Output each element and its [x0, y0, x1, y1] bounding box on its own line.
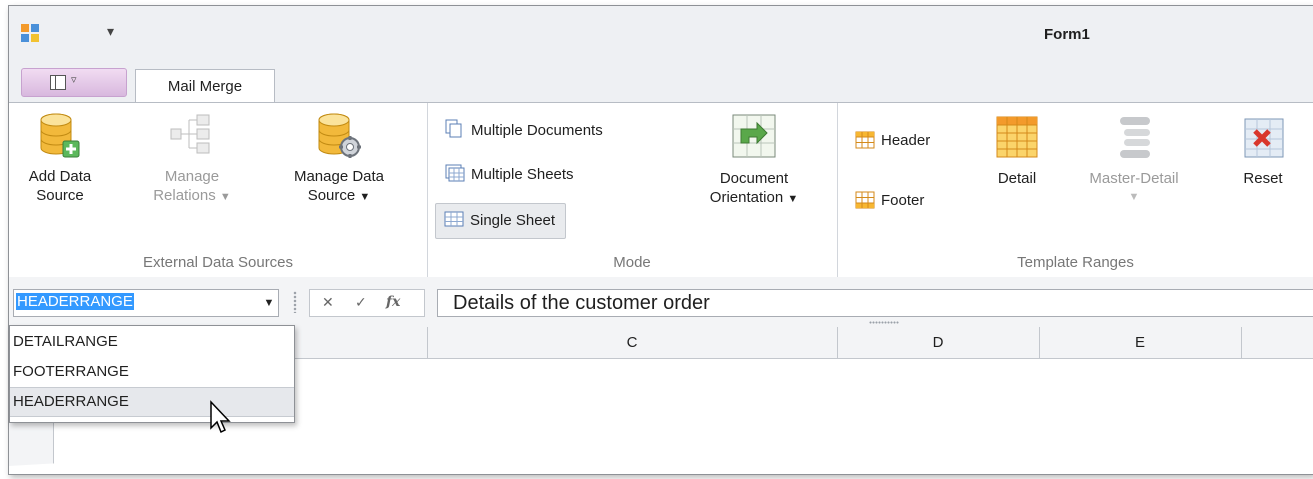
name-box-value[interactable]: HEADERRANGE	[16, 293, 134, 310]
mouse-cursor-icon	[210, 400, 231, 434]
group-mode: Multiple Documents Multiple Sheets Singl…	[427, 103, 838, 277]
relations-icon	[170, 114, 210, 154]
master-detail-button[interactable]: Master-Detail ▼	[1072, 115, 1196, 207]
formula-bar: HEADERRANGE ▼ ✕ ✓ fx Details of the cust…	[9, 277, 1313, 327]
group-external-data-sources: Add Data Source Manage Relations ▼ Manag…	[9, 103, 428, 277]
chevron-down-icon: ▼	[787, 193, 799, 205]
document-orientation-icon	[732, 114, 776, 158]
reset-icon	[1244, 118, 1284, 158]
document-orientation-button[interactable]: Document Orientation ▼	[689, 111, 819, 209]
column-header-e[interactable]: E	[1039, 327, 1242, 358]
group-template-ranges: Header Footer Detail Master-Detail ▼ Res…	[837, 103, 1313, 277]
manage-relations-label-2: Relations	[153, 187, 216, 204]
application-menu-button[interactable]: ▿	[21, 68, 127, 97]
database-settings-icon	[318, 113, 361, 158]
manage-data-source-label-2: Source	[307, 187, 356, 204]
manage-relations-button[interactable]: Manage Relations ▼	[147, 111, 237, 207]
window-title: Form1	[1044, 26, 1090, 43]
dropdown-item-headerrange[interactable]: HEADERRANGE	[10, 387, 294, 417]
add-data-source-button[interactable]: Add Data Source	[23, 111, 97, 205]
insert-function-icon[interactable]: fx	[386, 294, 400, 310]
manage-data-source-label-1: Manage Data	[293, 168, 385, 185]
header-range-icon	[855, 131, 875, 149]
cancel-icon[interactable]: ✕	[322, 294, 334, 311]
resize-grip[interactable]	[869, 321, 899, 324]
group-label: Mode	[613, 254, 651, 271]
name-box[interactable]: HEADERRANGE ▼	[13, 289, 279, 317]
single-sheet-label: Single Sheet	[470, 212, 556, 229]
single-sheet-icon	[444, 211, 464, 227]
detail-label: Detail	[997, 170, 1037, 187]
manage-data-source-button[interactable]: Manage Data Source ▼	[269, 111, 409, 207]
dropdown-item-detailrange[interactable]: DETAILRANGE	[10, 328, 294, 356]
chevron-down-icon: ▿	[71, 74, 77, 86]
column-header-d[interactable]: D	[837, 327, 1040, 358]
detail-range-icon	[996, 116, 1038, 158]
detail-button[interactable]: Detail	[987, 115, 1047, 188]
app-icon	[21, 24, 39, 42]
footer-label: Footer	[881, 192, 925, 209]
column-header-c[interactable]: C	[427, 327, 838, 358]
manage-relations-label-1: Manage	[164, 168, 220, 185]
footer-range-icon	[855, 191, 875, 209]
add-data-source-label-2: Source	[36, 187, 84, 204]
document-orientation-label-2: Orientation	[709, 189, 784, 206]
ribbon-tabs: ▿ Mail Merge	[9, 58, 1313, 104]
add-data-source-label-1: Add Data	[28, 168, 92, 185]
document-orientation-label-1: Document	[719, 170, 789, 187]
ribbon-panel: Add Data Source Manage Relations ▼ Manag…	[9, 102, 1313, 278]
reset-button[interactable]: Reset	[1233, 115, 1293, 188]
name-box-dropdown-list: DETAILRANGE FOOTERRANGE HEADERRANGE	[9, 325, 295, 423]
torn-edge	[9, 453, 1313, 474]
dropdown-arrow-icon[interactable]: ▼	[260, 290, 278, 316]
multiple-documents-button[interactable]: Multiple Documents	[439, 119, 611, 143]
header-button[interactable]: Header	[849, 129, 938, 153]
title-bar: ▾ Form1	[9, 6, 1313, 58]
single-sheet-button[interactable]: Single Sheet	[435, 203, 567, 239]
master-detail-icon	[1120, 117, 1150, 158]
quick-access-dropdown-icon[interactable]: ▾	[107, 23, 114, 40]
formula-buttons: ✕ ✓ fx	[309, 289, 425, 317]
multiple-documents-label: Multiple Documents	[471, 122, 603, 139]
database-add-icon	[40, 113, 80, 158]
tab-mail-merge[interactable]: Mail Merge	[135, 69, 275, 104]
header-label: Header	[881, 132, 931, 149]
footer-button[interactable]: Footer	[849, 189, 932, 213]
reset-label: Reset	[1243, 170, 1283, 187]
application-menu-icon	[50, 75, 66, 90]
multiple-documents-icon	[445, 119, 462, 138]
chevron-down-icon: ▼	[1128, 191, 1140, 203]
chevron-down-icon: ▼	[219, 191, 231, 203]
multiple-sheets-label: Multiple Sheets	[471, 166, 574, 183]
formula-input[interactable]: Details of the customer order	[437, 289, 1313, 317]
enter-icon[interactable]: ✓	[355, 294, 367, 311]
master-detail-label: Master-Detail	[1089, 170, 1179, 187]
chevron-down-icon: ▼	[359, 191, 371, 203]
group-label: Template Ranges	[1017, 254, 1134, 271]
group-label: External Data Sources	[142, 254, 294, 271]
multiple-sheets-icon	[445, 164, 465, 182]
splitter-handle[interactable]	[293, 291, 297, 313]
dropdown-item-footerrange[interactable]: FOOTERRANGE	[10, 358, 294, 386]
multiple-sheets-button[interactable]: Multiple Sheets	[439, 163, 582, 187]
